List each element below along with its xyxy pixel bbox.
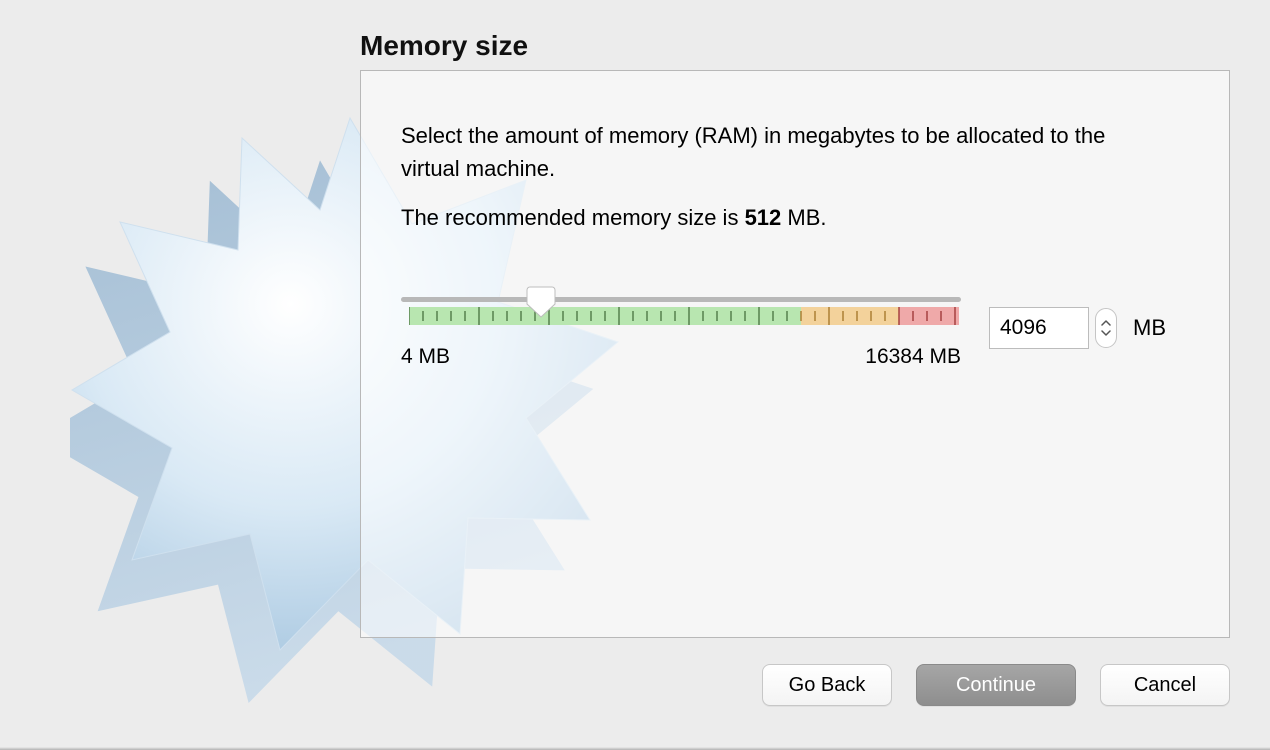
memory-slider[interactable] [401, 287, 961, 337]
go-back-button[interactable]: Go Back [762, 664, 892, 706]
unit-label: MB [1133, 315, 1166, 341]
reco-prefix: The recommended memory size is [401, 205, 745, 230]
continue-button[interactable]: Continue [916, 664, 1076, 706]
description-text: Select the amount of memory (RAM) in meg… [401, 119, 1161, 185]
recommendation-text: The recommended memory size is 512 MB. [401, 205, 1189, 231]
slider-ticks [409, 307, 961, 325]
slider-track [401, 297, 961, 302]
cancel-button[interactable]: Cancel [1100, 664, 1230, 706]
reco-value: 512 [745, 205, 782, 230]
memory-stepper[interactable] [1095, 308, 1117, 348]
slider-min-label: 4 MB [401, 345, 450, 369]
slider-max-label: 16384 MB [865, 345, 961, 369]
memory-input[interactable] [989, 307, 1089, 349]
wizard-panel: Select the amount of memory (RAM) in meg… [360, 70, 1230, 638]
slider-thumb[interactable] [526, 285, 556, 319]
page-title: Memory size [360, 30, 528, 62]
wizard-buttons: Go Back Continue Cancel [762, 664, 1230, 706]
chevron-up-icon [1101, 320, 1111, 327]
reco-suffix: MB. [781, 205, 826, 230]
chevron-down-icon [1101, 329, 1111, 336]
